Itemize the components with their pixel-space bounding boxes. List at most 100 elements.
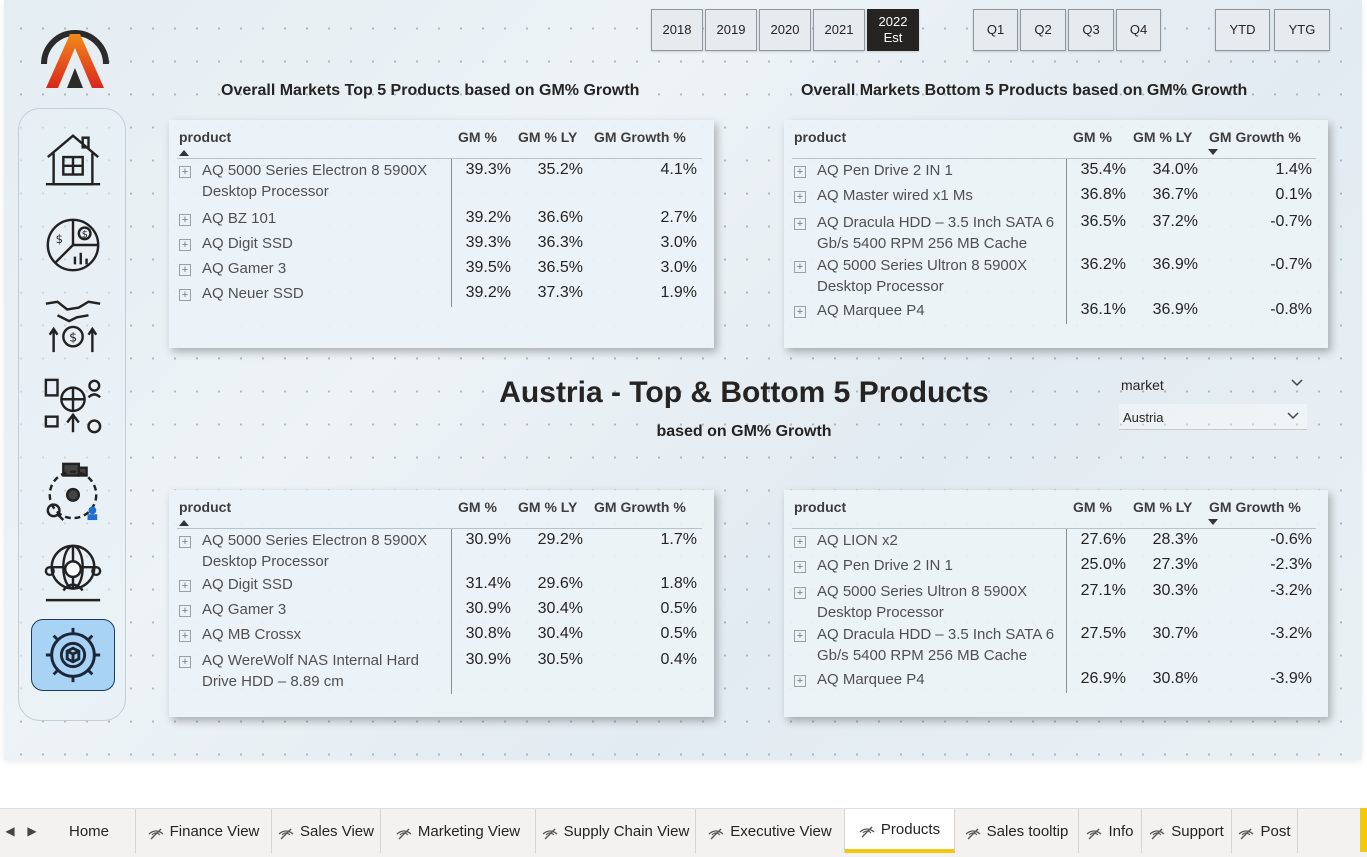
column-header-growth[interactable]: GM Growth % — [1209, 499, 1301, 515]
tab-finance-view[interactable]: Finance View — [136, 809, 272, 853]
nav-sales-button[interactable]: $ — [31, 289, 115, 361]
product-name-cell: AQ Pen Drive 2 IN 1 — [817, 557, 953, 574]
column-header-gm-ly[interactable]: GM % LY — [518, 129, 577, 145]
tab-marketing-view[interactable]: Marketing View — [381, 809, 536, 853]
nav-finance-button[interactable]: $ $ — [31, 209, 115, 281]
year-2020-button[interactable]: 2020 — [759, 9, 811, 51]
expand-row-icon[interactable]: + — [794, 587, 806, 599]
hidden-page-icon — [396, 828, 412, 840]
gm-cell: 36.1% — [1080, 301, 1126, 318]
hidden-page-icon — [542, 828, 558, 840]
expand-row-icon[interactable]: + — [179, 630, 191, 642]
column-header-gm[interactable]: GM % — [1073, 129, 1112, 145]
sort-descending-icon[interactable] — [1208, 519, 1218, 525]
growth-cell: 3.0% — [660, 259, 697, 276]
column-header-growth[interactable]: GM Growth % — [594, 129, 686, 145]
hidden-page-icon — [1149, 828, 1165, 840]
chevron-down-icon[interactable] — [1286, 409, 1300, 423]
table-header: product GM % GM % LY GM Growth % — [784, 490, 1328, 528]
ytg-button[interactable]: YTG — [1274, 9, 1330, 51]
nav-executive-button[interactable] — [31, 537, 115, 609]
expand-row-icon[interactable]: + — [179, 580, 191, 592]
column-header-gm[interactable]: GM % — [1073, 499, 1112, 515]
quarter-q1-button[interactable]: Q1 — [973, 9, 1018, 51]
ytd-button[interactable]: YTD — [1215, 9, 1270, 51]
tab-post[interactable]: Post — [1232, 809, 1298, 853]
tab-scroll-left-icon[interactable]: ◀ — [0, 809, 20, 853]
gm-cell: 35.4% — [1080, 161, 1126, 178]
growth-cell: -3.9% — [1270, 670, 1312, 687]
quarter-q2-button[interactable]: Q2 — [1020, 9, 1066, 51]
expand-row-icon[interactable]: + — [179, 289, 191, 301]
gm-ly-cell: 30.7% — [1152, 625, 1198, 642]
gm-cell: 30.8% — [465, 625, 511, 642]
expand-row-icon[interactable]: + — [794, 306, 806, 318]
tab-products[interactable]: Products — [845, 809, 955, 853]
chevron-down-icon[interactable] — [1290, 376, 1304, 390]
expand-row-icon[interactable]: + — [179, 656, 191, 668]
expand-row-icon[interactable]: + — [794, 261, 806, 273]
expand-row-icon[interactable]: + — [794, 191, 806, 203]
market-slicer-dropdown[interactable]: Austria — [1119, 404, 1307, 430]
nav-home-button[interactable] — [31, 123, 115, 195]
quarter-q4-button[interactable]: Q4 — [1116, 9, 1161, 51]
expand-row-icon[interactable]: + — [794, 218, 806, 230]
year-2019-button[interactable]: 2019 — [705, 9, 757, 51]
nav-marketing-button[interactable] — [31, 371, 115, 443]
sort-descending-icon[interactable] — [1208, 149, 1218, 155]
tab-sales-tooltip[interactable]: Sales tooltip — [955, 809, 1079, 853]
gm-cell: 30.9% — [465, 531, 511, 548]
column-header-growth[interactable]: GM Growth % — [594, 499, 686, 515]
expand-row-icon[interactable]: + — [179, 264, 191, 276]
column-header-gm-ly[interactable]: GM % LY — [1133, 499, 1192, 515]
year-2022-est-button[interactable]: 2022 Est — [867, 9, 919, 51]
tab-info[interactable]: Info — [1079, 809, 1142, 853]
tab-label: Sales tooltip — [986, 822, 1069, 840]
expand-row-icon[interactable]: + — [179, 239, 191, 251]
expand-row-icon[interactable]: + — [179, 214, 191, 226]
year-2021-button[interactable]: 2021 — [813, 9, 865, 51]
column-header-product[interactable]: product — [794, 499, 846, 515]
product-name-cell: AQ Marquee P4 — [817, 671, 925, 688]
product-name-cell: AQ BZ 101 — [202, 210, 277, 227]
column-header-gm-ly[interactable]: GM % LY — [1133, 129, 1192, 145]
header-divider — [792, 158, 1316, 159]
expand-row-icon[interactable]: + — [794, 536, 806, 548]
gm-ly-cell: 36.5% — [537, 259, 583, 276]
expand-row-icon[interactable]: + — [794, 630, 806, 642]
nav-products-button[interactable] — [31, 619, 115, 691]
sort-ascending-icon[interactable] — [179, 520, 189, 526]
tab-home[interactable]: Home — [43, 809, 136, 853]
tab-label: Executive View — [730, 822, 832, 840]
expand-row-icon[interactable]: + — [179, 536, 191, 548]
tab-sales-view[interactable]: Sales View — [272, 809, 381, 853]
tab-supply-chain-view[interactable]: Supply Chain View — [536, 809, 696, 853]
executive-globe-icon — [44, 544, 102, 602]
product-name-cell: AQ LION x2 — [817, 532, 898, 549]
expand-row-icon[interactable]: + — [794, 166, 806, 178]
gm-cell: 36.5% — [1080, 213, 1126, 230]
tab-executive-view[interactable]: Executive View — [696, 809, 845, 853]
column-header-gm-ly[interactable]: GM % LY — [518, 499, 577, 515]
tab-scroll-right-icon[interactable]: ▶ — [22, 809, 42, 853]
tab-label: Post — [1260, 822, 1291, 840]
year-2018-button[interactable]: 2018 — [651, 9, 703, 51]
sort-ascending-icon[interactable] — [179, 150, 189, 156]
svg-text:$: $ — [56, 232, 63, 246]
hidden-page-icon — [1087, 828, 1102, 840]
nav-supply-chain-button[interactable] — [31, 455, 115, 527]
quarter-q3-button[interactable]: Q3 — [1068, 9, 1114, 51]
column-header-gm[interactable]: GM % — [458, 499, 497, 515]
tab-support[interactable]: Support — [1142, 809, 1232, 853]
svg-text:$: $ — [69, 329, 77, 344]
column-header-product[interactable]: product — [794, 129, 846, 145]
column-header-growth[interactable]: GM Growth % — [1209, 129, 1301, 145]
expand-row-icon[interactable]: + — [794, 675, 806, 687]
column-header-product[interactable]: product — [179, 129, 231, 145]
tab-accent-bar — [1360, 808, 1367, 852]
expand-row-icon[interactable]: + — [794, 561, 806, 573]
column-header-product[interactable]: product — [179, 499, 231, 515]
expand-row-icon[interactable]: + — [179, 605, 191, 617]
column-header-gm[interactable]: GM % — [458, 129, 497, 145]
expand-row-icon[interactable]: + — [179, 166, 191, 178]
